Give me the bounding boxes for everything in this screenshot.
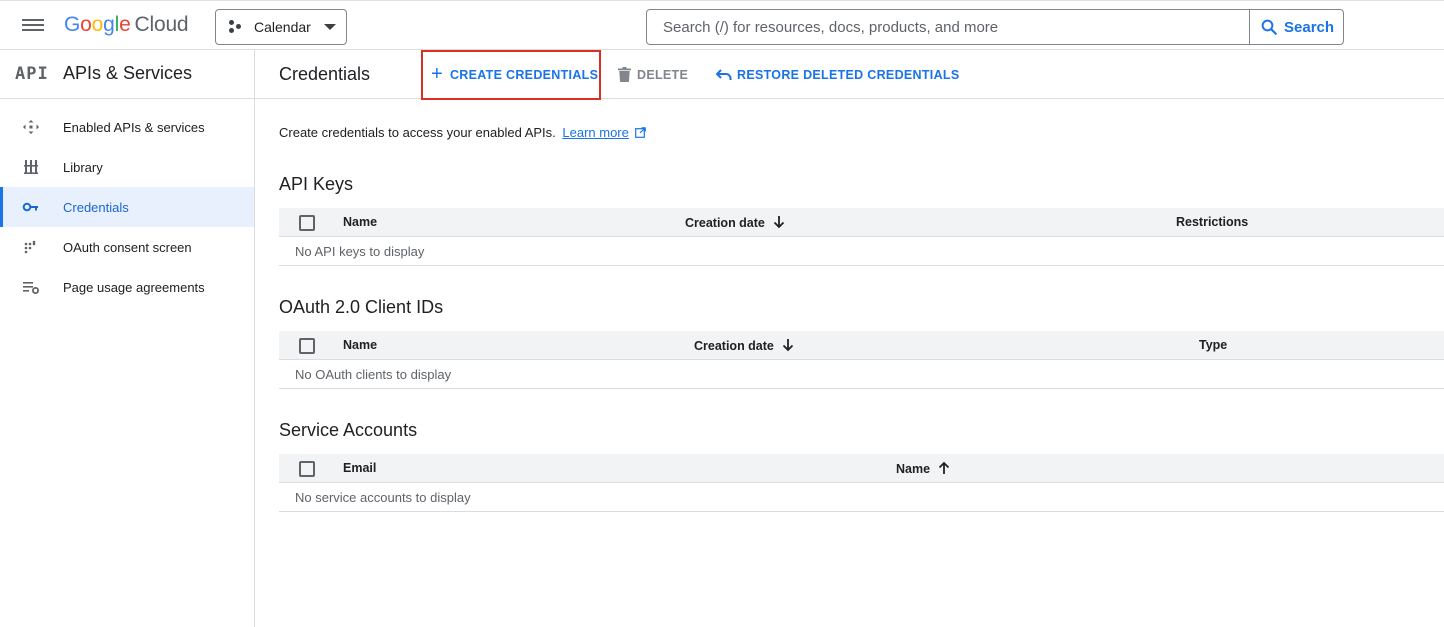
sidebar: API APIs & Services Enabled APIs & servi…	[0, 50, 255, 627]
oauth-clients-title: OAuth 2.0 Client IDs	[279, 297, 444, 317]
column-header-label: Name	[896, 462, 931, 476]
column-header-label: Creation date	[685, 216, 765, 230]
select-all-checkbox[interactable]	[299, 461, 315, 477]
select-all-checkbox[interactable]	[299, 215, 315, 231]
sidebar-item-label: OAuth consent screen	[63, 239, 192, 255]
trash-icon	[618, 67, 631, 82]
plus-icon: +	[431, 62, 443, 85]
column-header-name[interactable]: Name	[343, 338, 377, 352]
library-icon	[24, 160, 38, 174]
table-header: Email Name	[279, 454, 1444, 483]
logo-letter: o	[80, 13, 92, 36]
google-cloud-logo[interactable]: Google Cloud	[64, 13, 189, 37]
column-header-type[interactable]: Type	[1199, 338, 1227, 352]
service-accounts-table: Email Name No service accounts to displa…	[279, 454, 1444, 512]
arrow-down-icon	[773, 216, 785, 229]
sidebar-item-credentials[interactable]: Credentials	[0, 187, 254, 227]
page-title: Credentials	[279, 64, 371, 84]
select-all-checkbox[interactable]	[299, 338, 315, 354]
api-keys-table: Name Creation date Restrictions No API k…	[279, 208, 1444, 266]
column-header-email[interactable]: Email	[343, 461, 376, 475]
table-header: Name Creation date Type	[279, 331, 1444, 360]
logo-letter: e	[119, 13, 131, 36]
sidebar-header: API APIs & Services	[0, 50, 254, 99]
delete-label: DELETE	[637, 67, 689, 82]
delete-button[interactable]: DELETE	[618, 50, 688, 99]
sidebar-item-page-usage[interactable]: Page usage agreements	[0, 267, 254, 307]
search-button[interactable]: Search	[1249, 9, 1344, 45]
search-input[interactable]	[647, 10, 1250, 44]
column-header-name[interactable]: Name	[343, 215, 377, 229]
column-header-creation-date[interactable]: Creation date	[694, 338, 794, 353]
key-icon	[22, 202, 38, 212]
logo-letter: G	[64, 13, 81, 36]
logo-letter: g	[103, 13, 115, 36]
column-header-name[interactable]: Name	[896, 461, 950, 476]
arrow-down-icon	[782, 339, 794, 352]
project-picker[interactable]: Calendar	[215, 9, 347, 45]
create-credentials-button[interactable]: + CREATE CREDENTIALS	[421, 50, 601, 100]
empty-state-row: No API keys to display	[279, 237, 1444, 266]
empty-state-row: No OAuth clients to display	[279, 360, 1444, 389]
sidebar-item-label: Page usage agreements	[63, 279, 205, 295]
undo-icon	[716, 68, 732, 80]
sidebar-item-oauth-consent[interactable]: OAuth consent screen	[0, 227, 254, 267]
project-dots-icon	[228, 20, 244, 34]
restore-deleted-credentials-button[interactable]: RESTORE DELETED CREDENTIALS	[716, 50, 959, 99]
sidebar-item-label: Library	[63, 159, 103, 175]
search-icon	[1261, 19, 1277, 35]
page-settings-icon	[23, 282, 39, 294]
service-accounts-title: Service Accounts	[279, 420, 418, 440]
main-content: Credentials + CREATE CREDENTIALS DELETE …	[255, 50, 1444, 627]
arrow-up-icon	[938, 461, 950, 474]
api-keys-title: API Keys	[279, 174, 354, 194]
sidebar-title[interactable]: APIs & Services	[63, 63, 192, 84]
create-credentials-label: CREATE CREDENTIALS	[449, 68, 599, 82]
learn-more-link[interactable]: Learn more	[562, 125, 628, 140]
chevron-down-icon	[324, 24, 336, 30]
enabled-apis-icon	[23, 120, 39, 134]
search-button-label: Search	[1284, 18, 1335, 36]
logo-product: Cloud	[134, 13, 189, 36]
oauth-icon	[24, 240, 36, 254]
search-field[interactable]	[646, 9, 1250, 45]
column-header-label: Creation date	[694, 339, 774, 353]
column-header-creation-date[interactable]: Creation date	[685, 215, 785, 230]
project-name: Calendar	[254, 19, 311, 35]
sidebar-item-label: Enabled APIs & services	[63, 119, 205, 135]
external-link-icon[interactable]	[634, 127, 646, 138]
sidebar-item-enabled-apis[interactable]: Enabled APIs & services	[0, 107, 254, 147]
top-bar: Google Cloud Calendar Search	[0, 0, 1444, 50]
restore-label: RESTORE DELETED CREDENTIALS	[737, 67, 960, 82]
page-header: Credentials + CREATE CREDENTIALS DELETE …	[255, 50, 1444, 100]
sidebar-nav: Enabled APIs & services Library Credenti…	[0, 99, 254, 307]
sidebar-item-label: Credentials	[63, 199, 129, 215]
column-header-restrictions[interactable]: Restrictions	[1176, 215, 1248, 229]
intro-message: Create credentials to access your enable…	[279, 125, 556, 140]
logo-letter: o	[91, 13, 104, 36]
table-header: Name Creation date Restrictions	[279, 208, 1444, 237]
oauth-clients-table: Name Creation date Type No OAuth clients…	[279, 331, 1444, 389]
empty-state-row: No service accounts to display	[279, 483, 1444, 512]
main-menu-icon[interactable]	[22, 16, 44, 34]
intro-text: Create credentials to access your enable…	[279, 125, 646, 140]
sidebar-item-library[interactable]: Library	[0, 147, 254, 187]
api-logo: API	[15, 64, 49, 84]
